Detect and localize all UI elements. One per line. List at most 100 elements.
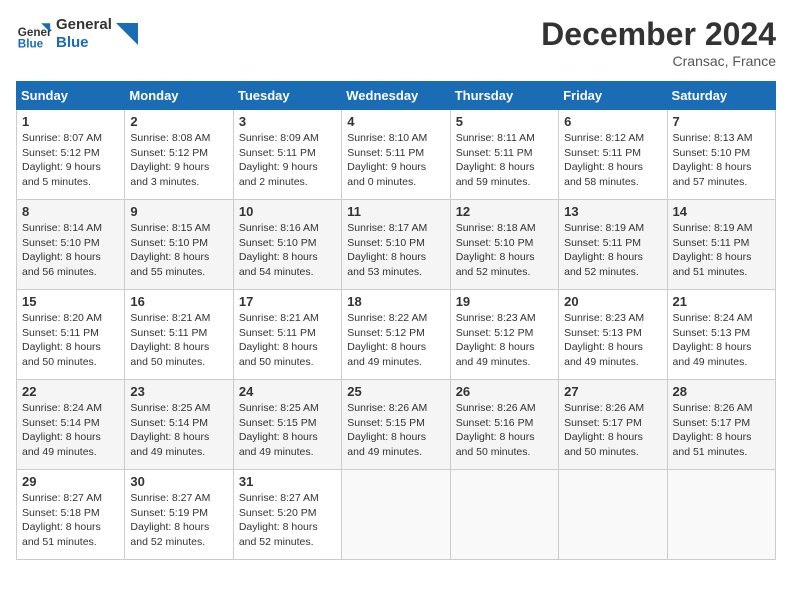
logo: General Blue General Blue [16, 16, 138, 52]
calendar-week-row: 22 Sunrise: 8:24 AM Sunset: 5:14 PM Dayl… [17, 380, 776, 470]
day-info: Sunrise: 8:10 AM Sunset: 5:11 PM Dayligh… [347, 131, 444, 190]
title-block: December 2024 Cransac, France [541, 16, 776, 69]
day-number: 14 [673, 204, 770, 219]
calendar-day-cell: 26 Sunrise: 8:26 AM Sunset: 5:16 PM Dayl… [450, 380, 558, 470]
day-number: 2 [130, 114, 227, 129]
logo-general-text: General [56, 16, 112, 34]
calendar-day-cell: 19 Sunrise: 8:23 AM Sunset: 5:12 PM Dayl… [450, 290, 558, 380]
day-info: Sunrise: 8:11 AM Sunset: 5:11 PM Dayligh… [456, 131, 553, 190]
day-info: Sunrise: 8:24 AM Sunset: 5:14 PM Dayligh… [22, 401, 119, 460]
day-info: Sunrise: 8:07 AM Sunset: 5:12 PM Dayligh… [22, 131, 119, 190]
weekday-header: Wednesday [342, 82, 450, 110]
calendar-day-cell: 18 Sunrise: 8:22 AM Sunset: 5:12 PM Dayl… [342, 290, 450, 380]
day-number: 9 [130, 204, 227, 219]
day-info: Sunrise: 8:09 AM Sunset: 5:11 PM Dayligh… [239, 131, 336, 190]
day-info: Sunrise: 8:20 AM Sunset: 5:11 PM Dayligh… [22, 311, 119, 370]
calendar-day-cell: 30 Sunrise: 8:27 AM Sunset: 5:19 PM Dayl… [125, 470, 233, 560]
day-info: Sunrise: 8:14 AM Sunset: 5:10 PM Dayligh… [22, 221, 119, 280]
calendar-day-cell: 16 Sunrise: 8:21 AM Sunset: 5:11 PM Dayl… [125, 290, 233, 380]
day-info: Sunrise: 8:17 AM Sunset: 5:10 PM Dayligh… [347, 221, 444, 280]
day-info: Sunrise: 8:16 AM Sunset: 5:10 PM Dayligh… [239, 221, 336, 280]
calendar-day-cell: 22 Sunrise: 8:24 AM Sunset: 5:14 PM Dayl… [17, 380, 125, 470]
day-info: Sunrise: 8:13 AM Sunset: 5:10 PM Dayligh… [673, 131, 770, 190]
day-info: Sunrise: 8:26 AM Sunset: 5:15 PM Dayligh… [347, 401, 444, 460]
day-number: 31 [239, 474, 336, 489]
calendar-day-cell: 21 Sunrise: 8:24 AM Sunset: 5:13 PM Dayl… [667, 290, 775, 380]
day-number: 10 [239, 204, 336, 219]
day-number: 17 [239, 294, 336, 309]
day-number: 19 [456, 294, 553, 309]
day-number: 8 [22, 204, 119, 219]
day-number: 20 [564, 294, 661, 309]
weekday-header: Tuesday [233, 82, 341, 110]
day-info: Sunrise: 8:08 AM Sunset: 5:12 PM Dayligh… [130, 131, 227, 190]
logo-blue-text: Blue [56, 34, 112, 52]
day-info: Sunrise: 8:21 AM Sunset: 5:11 PM Dayligh… [239, 311, 336, 370]
day-number: 29 [22, 474, 119, 489]
day-info: Sunrise: 8:26 AM Sunset: 5:17 PM Dayligh… [673, 401, 770, 460]
day-info: Sunrise: 8:25 AM Sunset: 5:14 PM Dayligh… [130, 401, 227, 460]
calendar-day-cell: 1 Sunrise: 8:07 AM Sunset: 5:12 PM Dayli… [17, 110, 125, 200]
day-info: Sunrise: 8:27 AM Sunset: 5:19 PM Dayligh… [130, 491, 227, 550]
day-info: Sunrise: 8:19 AM Sunset: 5:11 PM Dayligh… [564, 221, 661, 280]
day-number: 27 [564, 384, 661, 399]
weekday-header: Sunday [17, 82, 125, 110]
calendar-day-cell [342, 470, 450, 560]
day-info: Sunrise: 8:26 AM Sunset: 5:17 PM Dayligh… [564, 401, 661, 460]
day-number: 26 [456, 384, 553, 399]
day-info: Sunrise: 8:15 AM Sunset: 5:10 PM Dayligh… [130, 221, 227, 280]
month-title: December 2024 [541, 16, 776, 53]
calendar-day-cell: 8 Sunrise: 8:14 AM Sunset: 5:10 PM Dayli… [17, 200, 125, 290]
calendar-day-cell: 2 Sunrise: 8:08 AM Sunset: 5:12 PM Dayli… [125, 110, 233, 200]
day-number: 4 [347, 114, 444, 129]
day-info: Sunrise: 8:25 AM Sunset: 5:15 PM Dayligh… [239, 401, 336, 460]
calendar-day-cell: 25 Sunrise: 8:26 AM Sunset: 5:15 PM Dayl… [342, 380, 450, 470]
calendar-day-cell: 27 Sunrise: 8:26 AM Sunset: 5:17 PM Dayl… [559, 380, 667, 470]
calendar-day-cell: 13 Sunrise: 8:19 AM Sunset: 5:11 PM Dayl… [559, 200, 667, 290]
calendar-day-cell: 29 Sunrise: 8:27 AM Sunset: 5:18 PM Dayl… [17, 470, 125, 560]
day-number: 21 [673, 294, 770, 309]
day-number: 23 [130, 384, 227, 399]
calendar-day-cell: 24 Sunrise: 8:25 AM Sunset: 5:15 PM Dayl… [233, 380, 341, 470]
day-number: 5 [456, 114, 553, 129]
day-number: 24 [239, 384, 336, 399]
day-info: Sunrise: 8:26 AM Sunset: 5:16 PM Dayligh… [456, 401, 553, 460]
weekday-header: Monday [125, 82, 233, 110]
day-number: 28 [673, 384, 770, 399]
day-number: 11 [347, 204, 444, 219]
day-number: 13 [564, 204, 661, 219]
day-number: 1 [22, 114, 119, 129]
day-info: Sunrise: 8:23 AM Sunset: 5:13 PM Dayligh… [564, 311, 661, 370]
location: Cransac, France [541, 53, 776, 69]
calendar-week-row: 15 Sunrise: 8:20 AM Sunset: 5:11 PM Dayl… [17, 290, 776, 380]
calendar-day-cell [450, 470, 558, 560]
calendar-week-row: 1 Sunrise: 8:07 AM Sunset: 5:12 PM Dayli… [17, 110, 776, 200]
day-info: Sunrise: 8:18 AM Sunset: 5:10 PM Dayligh… [456, 221, 553, 280]
day-number: 7 [673, 114, 770, 129]
calendar-day-cell: 17 Sunrise: 8:21 AM Sunset: 5:11 PM Dayl… [233, 290, 341, 380]
calendar-day-cell: 6 Sunrise: 8:12 AM Sunset: 5:11 PM Dayli… [559, 110, 667, 200]
day-info: Sunrise: 8:24 AM Sunset: 5:13 PM Dayligh… [673, 311, 770, 370]
calendar-day-cell: 10 Sunrise: 8:16 AM Sunset: 5:10 PM Dayl… [233, 200, 341, 290]
calendar-table: SundayMondayTuesdayWednesdayThursdayFrid… [16, 81, 776, 560]
day-number: 22 [22, 384, 119, 399]
day-number: 30 [130, 474, 227, 489]
calendar-day-cell: 3 Sunrise: 8:09 AM Sunset: 5:11 PM Dayli… [233, 110, 341, 200]
day-info: Sunrise: 8:22 AM Sunset: 5:12 PM Dayligh… [347, 311, 444, 370]
calendar-day-cell: 7 Sunrise: 8:13 AM Sunset: 5:10 PM Dayli… [667, 110, 775, 200]
logo-icon: General Blue [16, 16, 52, 52]
calendar-day-cell: 28 Sunrise: 8:26 AM Sunset: 5:17 PM Dayl… [667, 380, 775, 470]
calendar-day-cell: 5 Sunrise: 8:11 AM Sunset: 5:11 PM Dayli… [450, 110, 558, 200]
calendar-day-cell: 31 Sunrise: 8:27 AM Sunset: 5:20 PM Dayl… [233, 470, 341, 560]
calendar-day-cell: 14 Sunrise: 8:19 AM Sunset: 5:11 PM Dayl… [667, 200, 775, 290]
day-number: 16 [130, 294, 227, 309]
day-number: 18 [347, 294, 444, 309]
day-number: 25 [347, 384, 444, 399]
svg-text:Blue: Blue [18, 38, 44, 51]
calendar-day-cell: 12 Sunrise: 8:18 AM Sunset: 5:10 PM Dayl… [450, 200, 558, 290]
calendar-day-cell: 11 Sunrise: 8:17 AM Sunset: 5:10 PM Dayl… [342, 200, 450, 290]
day-number: 6 [564, 114, 661, 129]
calendar-day-cell: 20 Sunrise: 8:23 AM Sunset: 5:13 PM Dayl… [559, 290, 667, 380]
weekday-header: Thursday [450, 82, 558, 110]
calendar-week-row: 29 Sunrise: 8:27 AM Sunset: 5:18 PM Dayl… [17, 470, 776, 560]
